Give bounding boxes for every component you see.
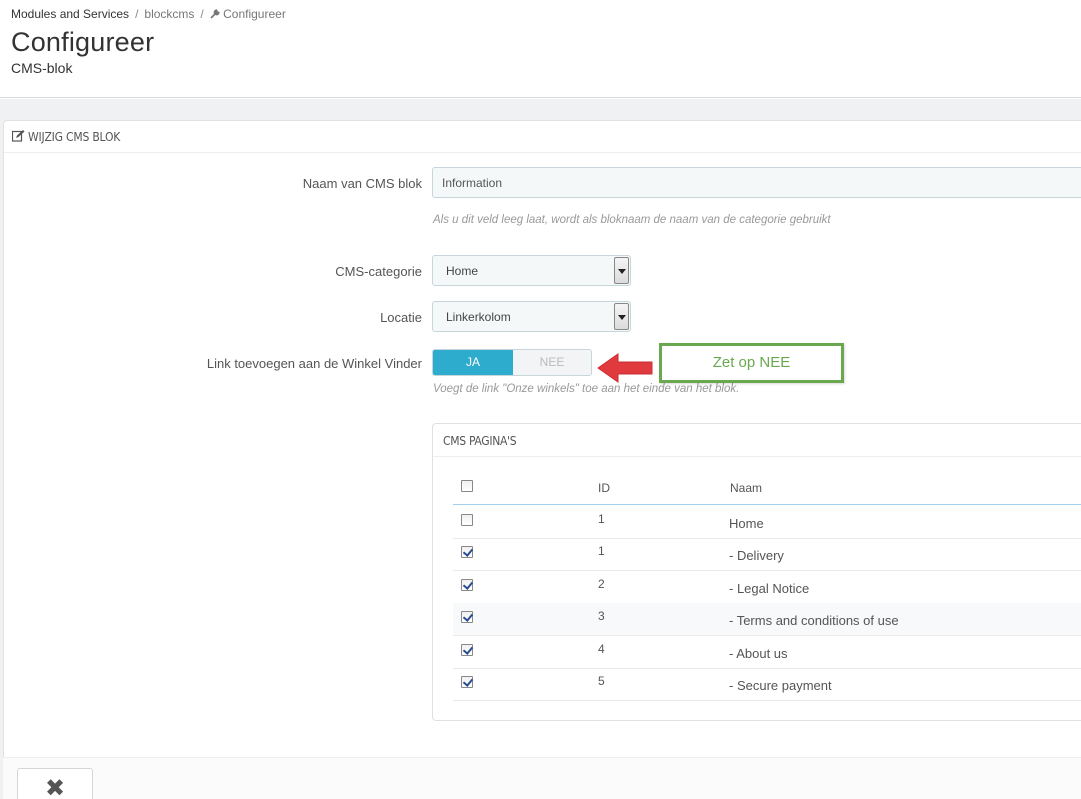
row-name: - Secure payment [729, 678, 832, 693]
row-checkbox[interactable] [461, 644, 473, 656]
wrench-icon [210, 7, 220, 21]
table-row: 3 - Terms and conditions of use [453, 603, 1081, 636]
close-icon: ✖ [45, 775, 66, 799]
location-select-value: Linkerkolom [446, 310, 511, 324]
select-all-checkbox[interactable] [461, 480, 473, 492]
table-header: ID Naam [453, 471, 1081, 505]
annotation-callout: Zet op NEE [659, 343, 844, 383]
row-name: - Delivery [729, 548, 784, 563]
storelink-label: Link toevoegen aan de Winkel Vinder [206, 356, 422, 371]
row-id: 1 [598, 544, 605, 558]
location-select[interactable]: Linkerkolom [432, 301, 631, 332]
row-checkbox[interactable] [461, 579, 473, 591]
row-id: 2 [598, 577, 605, 591]
category-label: CMS-categorie [335, 264, 422, 279]
cms-pages-panel: CMS PAGINA'S ID Naam 1 Home 1 - Delivery 2 - … [432, 423, 1081, 721]
category-select[interactable]: Home [432, 255, 631, 286]
table-row: 4 - About us [453, 636, 1081, 669]
table-row: 2 - Legal Notice [453, 571, 1081, 604]
name-help-text: Als u dit veld leeg laat, wordt als blok… [433, 214, 831, 226]
breadcrumb-separator: / [200, 7, 204, 21]
storelink-switch[interactable]: JA NEE [432, 349, 592, 376]
row-id: 3 [598, 609, 605, 623]
row-id: 1 [598, 512, 605, 526]
row-checkbox[interactable] [461, 611, 473, 623]
breadcrumb-separator: / [135, 7, 139, 21]
dropdown-button[interactable] [614, 303, 629, 330]
table-row: 1 Home [453, 506, 1081, 539]
column-header-id: ID [598, 481, 610, 495]
breadcrumb-modules[interactable]: Modules and Services [11, 7, 129, 21]
row-checkbox[interactable] [461, 546, 473, 558]
block-name-input[interactable] [432, 167, 1081, 198]
cms-pages-title: CMS PAGINA'S [443, 434, 517, 448]
cancel-button[interactable]: ✖ [17, 768, 93, 799]
row-checkbox[interactable] [461, 676, 473, 688]
column-header-name: Naam [730, 481, 763, 495]
row-name: Home [729, 516, 764, 531]
page-subtitle: CMS-blok [11, 60, 73, 76]
location-label: Locatie [380, 310, 422, 325]
panel-heading: WIJZIG CMS BLOK [4, 121, 1081, 153]
storelink-help-text: Voegt de link "Onze winkels" toe aan het… [433, 383, 740, 395]
table-row: 5 - Secure payment [453, 668, 1081, 701]
row-checkbox[interactable] [461, 514, 473, 526]
name-label: Naam van CMS blok [302, 176, 422, 191]
row-name: - About us [729, 646, 788, 661]
switch-yes-option[interactable]: JA [433, 350, 513, 375]
cms-pages-heading: CMS PAGINA'S [433, 424, 1081, 457]
table-row: 1 - Delivery [453, 538, 1081, 571]
category-select-value: Home [446, 264, 479, 278]
panel-footer [3, 757, 1081, 799]
row-name: - Legal Notice [729, 581, 810, 596]
arrow-annotation-icon [597, 353, 653, 383]
dropdown-button[interactable] [614, 257, 629, 284]
page-title: Configureer [11, 27, 155, 57]
chevron-down-icon [618, 269, 626, 274]
chevron-down-icon [618, 315, 626, 320]
breadcrumb-blockcms[interactable]: blockcms [144, 7, 194, 21]
row-id: 4 [598, 642, 605, 656]
edit-icon [12, 130, 25, 142]
switch-no-option[interactable]: NEE [513, 350, 591, 375]
panel-title: WIJZIG CMS BLOK [28, 130, 121, 144]
breadcrumb-configureer: Configureer [223, 7, 286, 21]
page-header: Modules and Services / blockcms / Configure… [0, 0, 1081, 98]
breadcrumb: Modules and Services / blockcms / Configure… [11, 7, 286, 21]
row-name: - Terms and conditions of use [729, 613, 899, 628]
row-id: 5 [598, 674, 605, 688]
